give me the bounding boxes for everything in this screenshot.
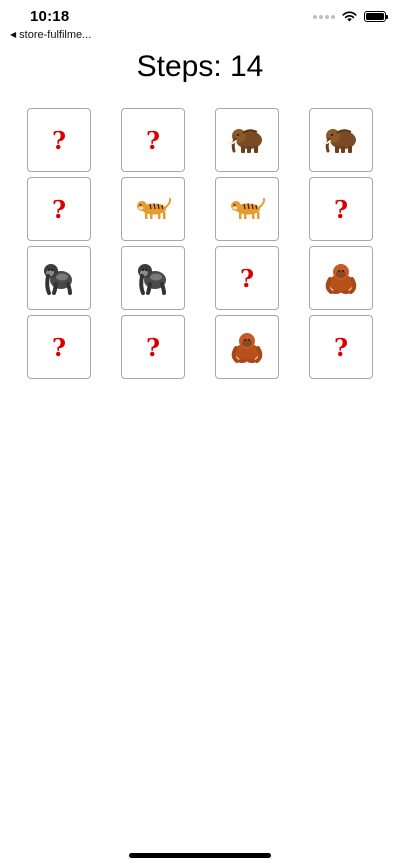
memory-card[interactable]: ? — [215, 246, 279, 310]
question-mark-icon: ? — [333, 194, 349, 224]
gorilla-icon — [134, 260, 172, 296]
memory-card[interactable] — [309, 246, 373, 310]
status-indicators — [313, 11, 388, 22]
memory-card[interactable]: ? — [121, 108, 185, 172]
memory-card[interactable] — [215, 108, 279, 172]
memory-card[interactable]: ? — [27, 315, 91, 379]
memory-card[interactable]: ? — [27, 177, 91, 241]
question-mark-icon: ? — [51, 125, 67, 155]
memory-card-grid: ?? ? ? ? ? ? ? — [27, 108, 374, 379]
tiger-icon — [133, 196, 173, 222]
cellular-signal-icon — [313, 14, 335, 19]
battery-icon — [364, 11, 388, 22]
back-link-label: store-fulfilme... — [19, 29, 92, 41]
question-mark-icon: ? — [51, 332, 67, 362]
status-bar: 10:18 ◀ store-fulfilme... — [0, 0, 400, 44]
memory-card[interactable]: ? — [121, 315, 185, 379]
status-time: 10:18 — [30, 8, 70, 25]
question-mark-icon: ? — [145, 332, 161, 362]
home-indicator[interactable] — [129, 853, 271, 858]
orangutan-icon — [229, 330, 265, 364]
mammoth-icon — [227, 125, 267, 155]
question-mark-icon: ? — [239, 263, 255, 293]
memory-card[interactable]: ? — [27, 108, 91, 172]
back-triangle-icon: ◀ — [10, 30, 17, 39]
app-screen: 10:18 ◀ store-fulfilme... Steps: 14 ?? ?… — [0, 0, 400, 866]
wifi-icon — [342, 11, 357, 22]
gorilla-icon — [40, 260, 78, 296]
tiger-icon — [227, 196, 267, 222]
memory-card[interactable]: ? — [309, 177, 373, 241]
memory-card[interactable] — [121, 177, 185, 241]
memory-card[interactable] — [121, 246, 185, 310]
question-mark-icon: ? — [51, 194, 67, 224]
back-to-app-link[interactable]: ◀ store-fulfilme... — [10, 29, 91, 41]
memory-card[interactable] — [309, 108, 373, 172]
memory-card[interactable] — [215, 315, 279, 379]
question-mark-icon: ? — [145, 125, 161, 155]
memory-card[interactable] — [27, 246, 91, 310]
memory-card[interactable] — [215, 177, 279, 241]
memory-card[interactable]: ? — [309, 315, 373, 379]
orangutan-icon — [323, 261, 359, 295]
question-mark-icon: ? — [333, 332, 349, 362]
steps-counter: Steps: 14 — [136, 50, 264, 83]
mammoth-icon — [321, 125, 361, 155]
